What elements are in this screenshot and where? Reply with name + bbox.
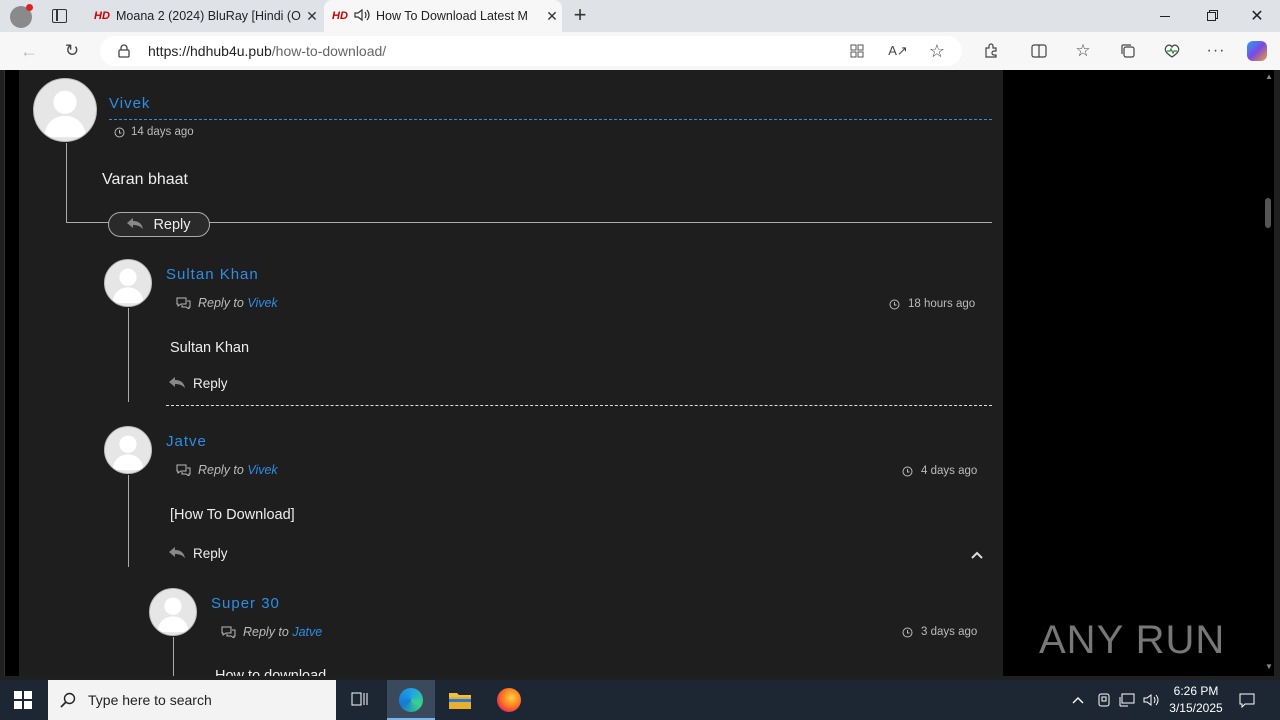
avatar: [149, 588, 197, 636]
url-path: /how-to-download/: [271, 43, 387, 59]
scroll-thumb[interactable]: [1265, 198, 1271, 228]
comment-author[interactable]: Super 30: [211, 595, 280, 612]
comment-icon: [176, 464, 191, 476]
comment-author[interactable]: Sultan Khan: [166, 266, 259, 283]
windows-icon[interactable]: [14, 691, 32, 709]
reply-to: Reply to Jatve: [221, 625, 322, 639]
scroll-down-arrow[interactable]: ▼: [1265, 662, 1273, 671]
comment-author[interactable]: Jatve: [166, 433, 207, 450]
avatar: [104, 426, 152, 474]
web-page: Vivek 14 days ago Varan bhaat Reply Sult…: [4, 70, 1274, 676]
address-bar[interactable]: https://hdhub4u.pub/how-to-download/: [100, 36, 962, 66]
comment-text: Sultan Khan: [170, 340, 250, 356]
browser-toolbar: ← ↻ https://hdhub4u.pub/how-to-download/…: [0, 32, 1280, 70]
thread-line: [128, 308, 129, 402]
close-icon[interactable]: ✕: [542, 8, 562, 25]
clock-icon: [114, 127, 125, 137]
tab-strip: HD Moana 2 (2024) BluRay [Hindi (O ✕ HD …: [0, 0, 1280, 32]
extensions-icon[interactable]: [980, 40, 1002, 62]
speaker-icon[interactable]: [354, 8, 376, 25]
clock-icon: [889, 299, 900, 309]
refresh-icon[interactable]: ↻: [61, 40, 83, 62]
reply-to-author-link[interactable]: Jatve: [292, 625, 322, 639]
reply-to-author-link[interactable]: Vivek: [247, 463, 277, 477]
anyrun-watermark: ANY RUN: [1039, 617, 1226, 662]
firefox-icon[interactable]: [497, 688, 521, 712]
clock[interactable]: 6:26 PM 3/15/2025: [1166, 683, 1226, 717]
ethernet-icon[interactable]: [1116, 680, 1138, 720]
favorites-icon[interactable]: ☆: [1072, 40, 1094, 62]
chevron-up-icon[interactable]: [970, 547, 986, 561]
comment-divider: [166, 405, 992, 406]
comment-text: Varan bhaat: [102, 171, 188, 188]
favorite-icon[interactable]: ☆: [926, 40, 948, 62]
notifications-icon[interactable]: [1236, 680, 1258, 720]
tab-how-to-download[interactable]: HD How To Download Latest M ✕: [324, 0, 562, 32]
taskbar: Type here to search 6:26 PM 3/15/2025: [0, 680, 1280, 720]
reply-button[interactable]: Reply: [169, 376, 228, 391]
reply-button[interactable]: Reply: [169, 546, 228, 561]
hd-favicon-icon: HD: [94, 10, 110, 22]
read-aloud-icon[interactable]: A↗: [887, 40, 909, 62]
reply-arrow-icon: [169, 376, 185, 391]
edge-taskbar-button[interactable]: [387, 680, 435, 720]
minimize-button[interactable]: [1142, 0, 1188, 32]
comment-text: How to download: [215, 668, 327, 676]
task-view-icon[interactable]: [346, 680, 374, 720]
page-scrollbar[interactable]: ▲ ▼: [1262, 70, 1274, 676]
comment-timestamp: 18 hours ago: [889, 298, 975, 310]
url-host: https://hdhub4u.pub: [148, 43, 272, 59]
copilot-icon[interactable]: [1246, 40, 1268, 62]
tab-title: Moana 2 (2024) BluRay [Hindi (O: [116, 9, 301, 23]
avatar: [104, 259, 152, 307]
comments-section: Vivek 14 days ago Varan bhaat Reply Sult…: [19, 70, 1003, 676]
comment-timestamp: 3 days ago: [902, 626, 977, 638]
lock-icon[interactable]: [100, 44, 148, 58]
reply-button[interactable]: Reply: [108, 212, 210, 237]
back-icon[interactable]: ←: [18, 40, 40, 62]
comment-author[interactable]: Vivek: [109, 95, 150, 112]
tab-actions-icon[interactable]: [52, 9, 67, 23]
file-explorer-icon[interactable]: [448, 690, 472, 710]
comment-icon: [221, 626, 236, 638]
comment-icon: [176, 297, 191, 309]
thread-line: [173, 637, 174, 676]
reply-to: Reply to Vivek: [176, 463, 278, 477]
comment-timestamp: 14 days ago: [114, 126, 194, 138]
network-device-icon[interactable]: [1094, 680, 1114, 720]
tab-title: How To Download Latest M: [376, 9, 528, 23]
hd-favicon-icon: HD: [332, 10, 348, 22]
close-window-button[interactable]: ✕: [1234, 0, 1280, 32]
author-divider: [109, 119, 992, 120]
reply-arrow-icon: [127, 217, 144, 233]
new-tab-button[interactable]: +: [570, 4, 590, 28]
restore-button[interactable]: [1188, 0, 1234, 32]
reply-arrow-icon: [169, 546, 185, 561]
volume-icon[interactable]: [1140, 680, 1162, 720]
apps-icon[interactable]: [846, 40, 868, 62]
search-input[interactable]: Type here to search: [48, 680, 336, 720]
comment-timestamp: 4 days ago: [902, 465, 977, 477]
close-icon[interactable]: ✕: [302, 8, 322, 25]
edge-icon: [399, 688, 423, 712]
comment-text: [How To Download]: [170, 507, 295, 523]
reply-to: Reply to Vivek: [176, 296, 278, 310]
clock-icon: [902, 627, 913, 637]
chevron-up-icon[interactable]: [1068, 680, 1088, 720]
profile-icon[interactable]: [10, 4, 33, 28]
split-icon[interactable]: [1028, 40, 1050, 62]
scroll-up-arrow[interactable]: ▲: [1265, 72, 1273, 81]
tab-moana[interactable]: HD Moana 2 (2024) BluRay [Hindi (O ✕: [86, 0, 322, 32]
avatar: [33, 78, 97, 142]
reply-to-author-link[interactable]: Vivek: [247, 296, 277, 310]
thread-line: [128, 475, 129, 567]
clock-icon: [902, 466, 913, 476]
search-icon: [48, 692, 88, 708]
performance-icon[interactable]: [1161, 40, 1183, 62]
thread-line: [66, 143, 67, 223]
more-icon[interactable]: ···: [1205, 40, 1227, 62]
collections-icon[interactable]: [1117, 40, 1139, 62]
